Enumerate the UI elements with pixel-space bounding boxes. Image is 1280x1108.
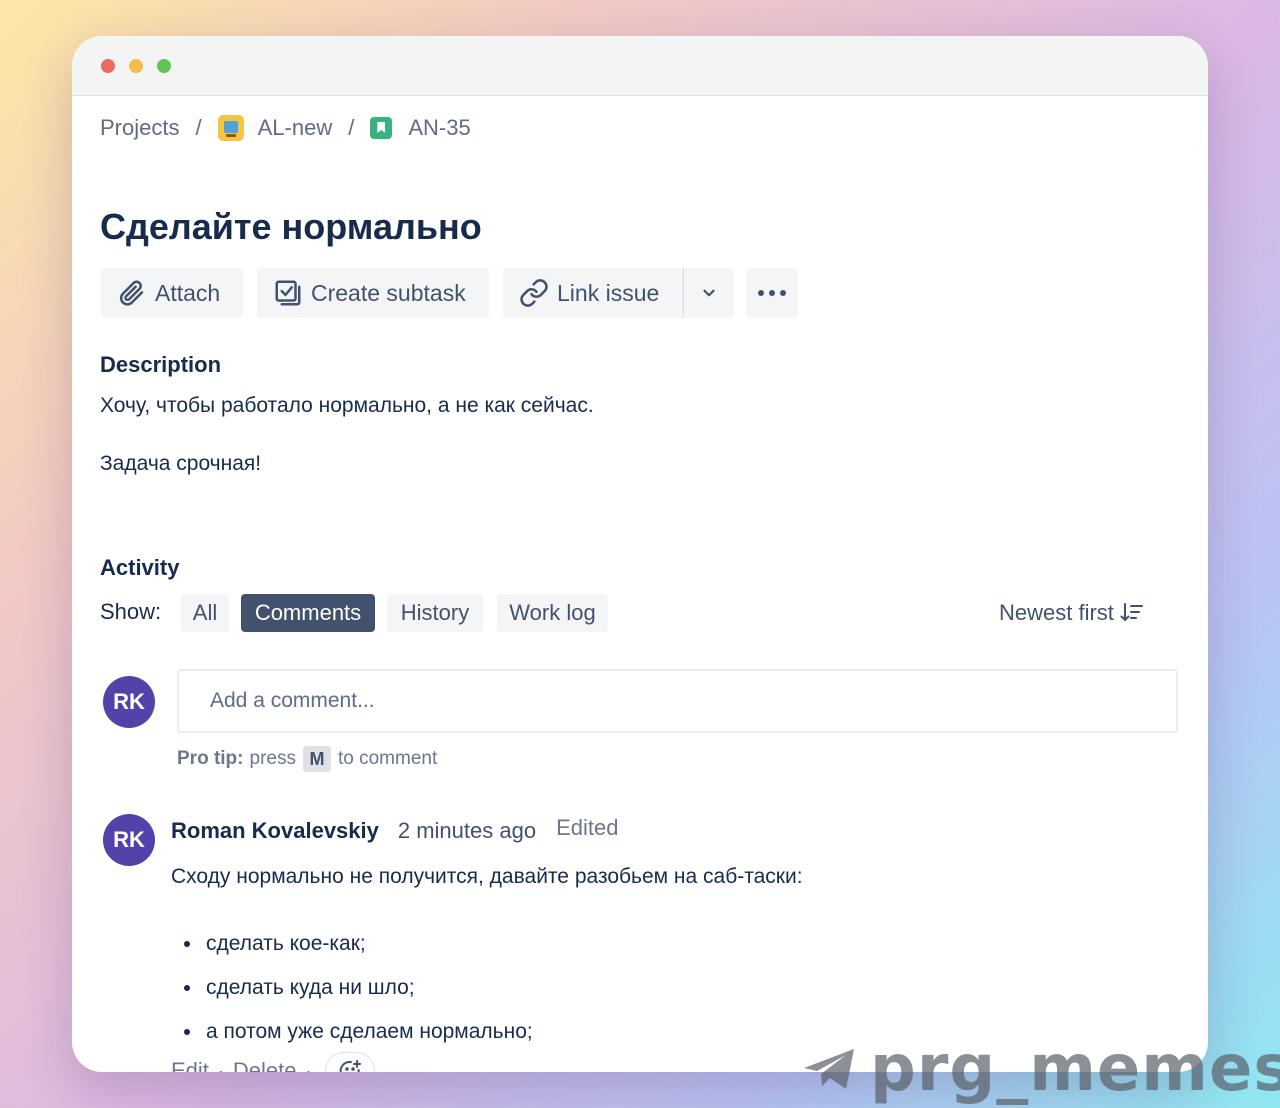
title-bar xyxy=(72,36,1208,96)
comment-header: Roman Kovalevskiy 2 minutes ago Edited xyxy=(171,815,619,844)
pro-tip-label: Pro tip: xyxy=(177,748,244,769)
link-issue-label: Link issue xyxy=(557,279,660,306)
comment-actions: Edit · Delete · xyxy=(171,1052,375,1072)
filter-history-button[interactable]: History xyxy=(387,594,483,632)
action-separator: · xyxy=(217,1060,224,1073)
activity-heading: Activity xyxy=(100,555,180,580)
delete-comment-button[interactable]: Delete xyxy=(233,1058,297,1072)
sort-descending-icon xyxy=(1120,602,1144,624)
filter-work-log-button[interactable]: Work log xyxy=(497,594,608,632)
story-bookmark-icon xyxy=(370,117,393,139)
paperclip-icon xyxy=(119,280,144,306)
chevron-down-icon xyxy=(703,289,715,297)
edit-comment-button[interactable]: Edit xyxy=(171,1058,209,1072)
comment-body: Сходу нормально не получится, давайте ра… xyxy=(171,865,803,888)
app-window: Projects / AL-new / AN-35 Сделайте норма… xyxy=(72,36,1208,1072)
list-item: а потом уже сделаем нормально; xyxy=(184,1010,533,1054)
issue-view: Projects / AL-new / AN-35 Сделайте норма… xyxy=(72,96,1208,1072)
keyboard-shortcut-key: M xyxy=(302,746,331,772)
pro-tip-text: press xyxy=(249,748,296,769)
subtask-icon xyxy=(275,280,301,306)
more-dots-icon xyxy=(758,290,786,296)
list-item: сделать куда ни шло; xyxy=(184,966,533,1010)
attach-label: Attach xyxy=(155,279,221,306)
create-subtask-button[interactable]: Create subtask xyxy=(257,268,489,318)
attach-button[interactable]: Attach xyxy=(101,268,243,318)
breadcrumb-separator: / xyxy=(348,115,355,140)
pro-tip: Pro tip: press M to comment xyxy=(177,746,437,772)
minimize-window-button[interactable] xyxy=(129,59,143,73)
watermark: prg_memes xyxy=(802,1034,1280,1104)
breadcrumb: Projects / AL-new / AN-35 xyxy=(100,112,471,144)
list-item: сделать кое-как; xyxy=(184,922,533,966)
breadcrumb-project-link[interactable]: AL-new xyxy=(258,115,333,141)
more-actions-button[interactable] xyxy=(746,268,798,318)
description-paragraph[interactable]: Хочу, чтобы работало нормально, а не как… xyxy=(100,394,594,418)
breadcrumb-separator: / xyxy=(195,115,202,140)
sort-order-button[interactable]: Newest first xyxy=(999,594,1144,632)
breadcrumb-issue-link[interactable]: AN-35 xyxy=(408,115,470,141)
comment-edited-label: Edited xyxy=(556,815,619,840)
breadcrumb-projects-link[interactable]: Projects xyxy=(100,115,179,141)
link-issue-dropdown-button[interactable] xyxy=(682,268,734,318)
issue-title[interactable]: Сделайте нормально xyxy=(100,206,482,248)
create-subtask-label: Create subtask xyxy=(311,279,466,306)
add-comment-input[interactable]: Add a comment... xyxy=(177,669,1178,733)
emoji-add-icon xyxy=(339,1060,361,1072)
add-reaction-button[interactable] xyxy=(324,1052,375,1072)
action-separator: · xyxy=(305,1060,312,1073)
sort-order-label: Newest first xyxy=(999,600,1114,625)
telegram-plane-icon xyxy=(804,1049,854,1089)
link-issue-button[interactable]: Link issue xyxy=(503,268,681,318)
current-user-avatar: RK xyxy=(103,676,155,728)
comment-timestamp[interactable]: 2 minutes ago xyxy=(398,818,536,844)
filter-comments-button[interactable]: Comments xyxy=(241,594,375,632)
project-avatar-icon xyxy=(217,115,244,141)
description-paragraph[interactable]: Задача срочная! xyxy=(100,452,261,476)
comment-author-avatar[interactable]: RK xyxy=(103,814,155,866)
watermark-text: prg_memes xyxy=(870,1032,1280,1106)
pro-tip-text: to comment xyxy=(337,748,438,769)
show-filter-label: Show: xyxy=(100,599,162,624)
close-window-button[interactable] xyxy=(101,59,115,73)
filter-all-button[interactable]: All xyxy=(181,594,229,632)
description-heading: Description xyxy=(100,352,222,377)
link-icon xyxy=(520,279,548,307)
maximize-window-button[interactable] xyxy=(157,59,171,73)
comment-author-name[interactable]: Roman Kovalevskiy xyxy=(171,818,379,844)
comment-bullet-list: сделать кое-как; сделать куда ни шло; а … xyxy=(184,922,533,1054)
